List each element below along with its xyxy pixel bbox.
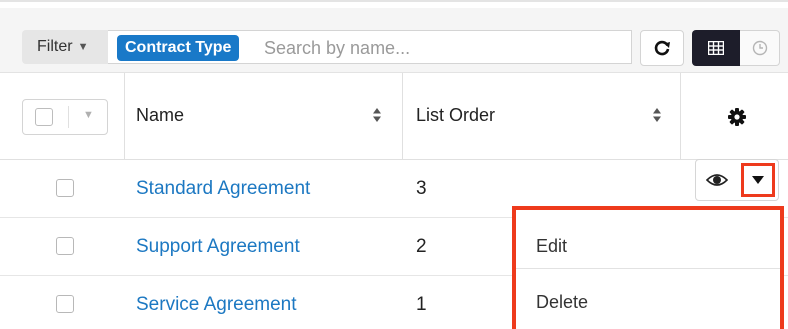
caret-down-icon: [752, 176, 764, 184]
chevron-down-icon: ▼: [77, 41, 89, 53]
search-box: Contract Type: [108, 30, 632, 64]
list-order-value: 2: [416, 236, 427, 257]
gear-icon[interactable]: [727, 107, 747, 127]
top-divider: [0, 0, 788, 8]
filter-bar: Filter ▼ Contract Type: [0, 8, 788, 73]
preview-button[interactable]: [705, 172, 729, 193]
search-input[interactable]: [264, 35, 614, 61]
row-checkbox[interactable]: [56, 179, 74, 197]
record-name-link[interactable]: Service Agreement: [136, 294, 297, 316]
eye-icon: [705, 174, 729, 186]
sort-icon[interactable]: [652, 107, 662, 123]
column-divider: [124, 73, 125, 160]
list-order-value: 1: [416, 294, 427, 315]
mass-select-divider: [68, 106, 69, 128]
row-actions-dropdown-button[interactable]: [741, 163, 775, 197]
list-order-value: 3: [416, 178, 427, 199]
activity-stream-button[interactable]: [740, 30, 780, 66]
row-actions: [695, 159, 779, 201]
column-divider: [402, 73, 403, 160]
menu-item-delete[interactable]: Delete: [516, 274, 780, 329]
record-name-link[interactable]: Standard Agreement: [136, 178, 310, 200]
row-checkbox[interactable]: [56, 295, 74, 313]
column-divider: [680, 73, 681, 160]
column-header-name[interactable]: Name: [136, 105, 184, 126]
mass-select-control[interactable]: ▼: [22, 99, 108, 135]
sort-icon[interactable]: [372, 107, 382, 123]
clock-icon: [752, 40, 767, 56]
table-header: ▼ Name List Order: [0, 73, 788, 160]
refresh-icon: [654, 40, 670, 56]
active-filter-pill[interactable]: Contract Type: [117, 35, 240, 61]
select-all-checkbox[interactable]: [35, 108, 53, 126]
filter-label: Filter: [37, 38, 73, 55]
filter-dropdown-button[interactable]: Filter ▼: [22, 30, 108, 64]
menu-divider: [516, 268, 780, 269]
menu-item-edit[interactable]: Edit: [516, 218, 780, 274]
column-header-list-order[interactable]: List Order: [416, 105, 495, 126]
row-checkbox[interactable]: [56, 237, 74, 255]
record-name-link[interactable]: Support Agreement: [136, 236, 300, 258]
list-view-button[interactable]: [692, 30, 740, 66]
chevron-down-icon[interactable]: ▼: [83, 109, 94, 121]
row-actions-menu: Edit Delete: [512, 206, 784, 329]
refresh-button[interactable]: [640, 30, 684, 66]
grid-view-icon: [708, 41, 724, 55]
